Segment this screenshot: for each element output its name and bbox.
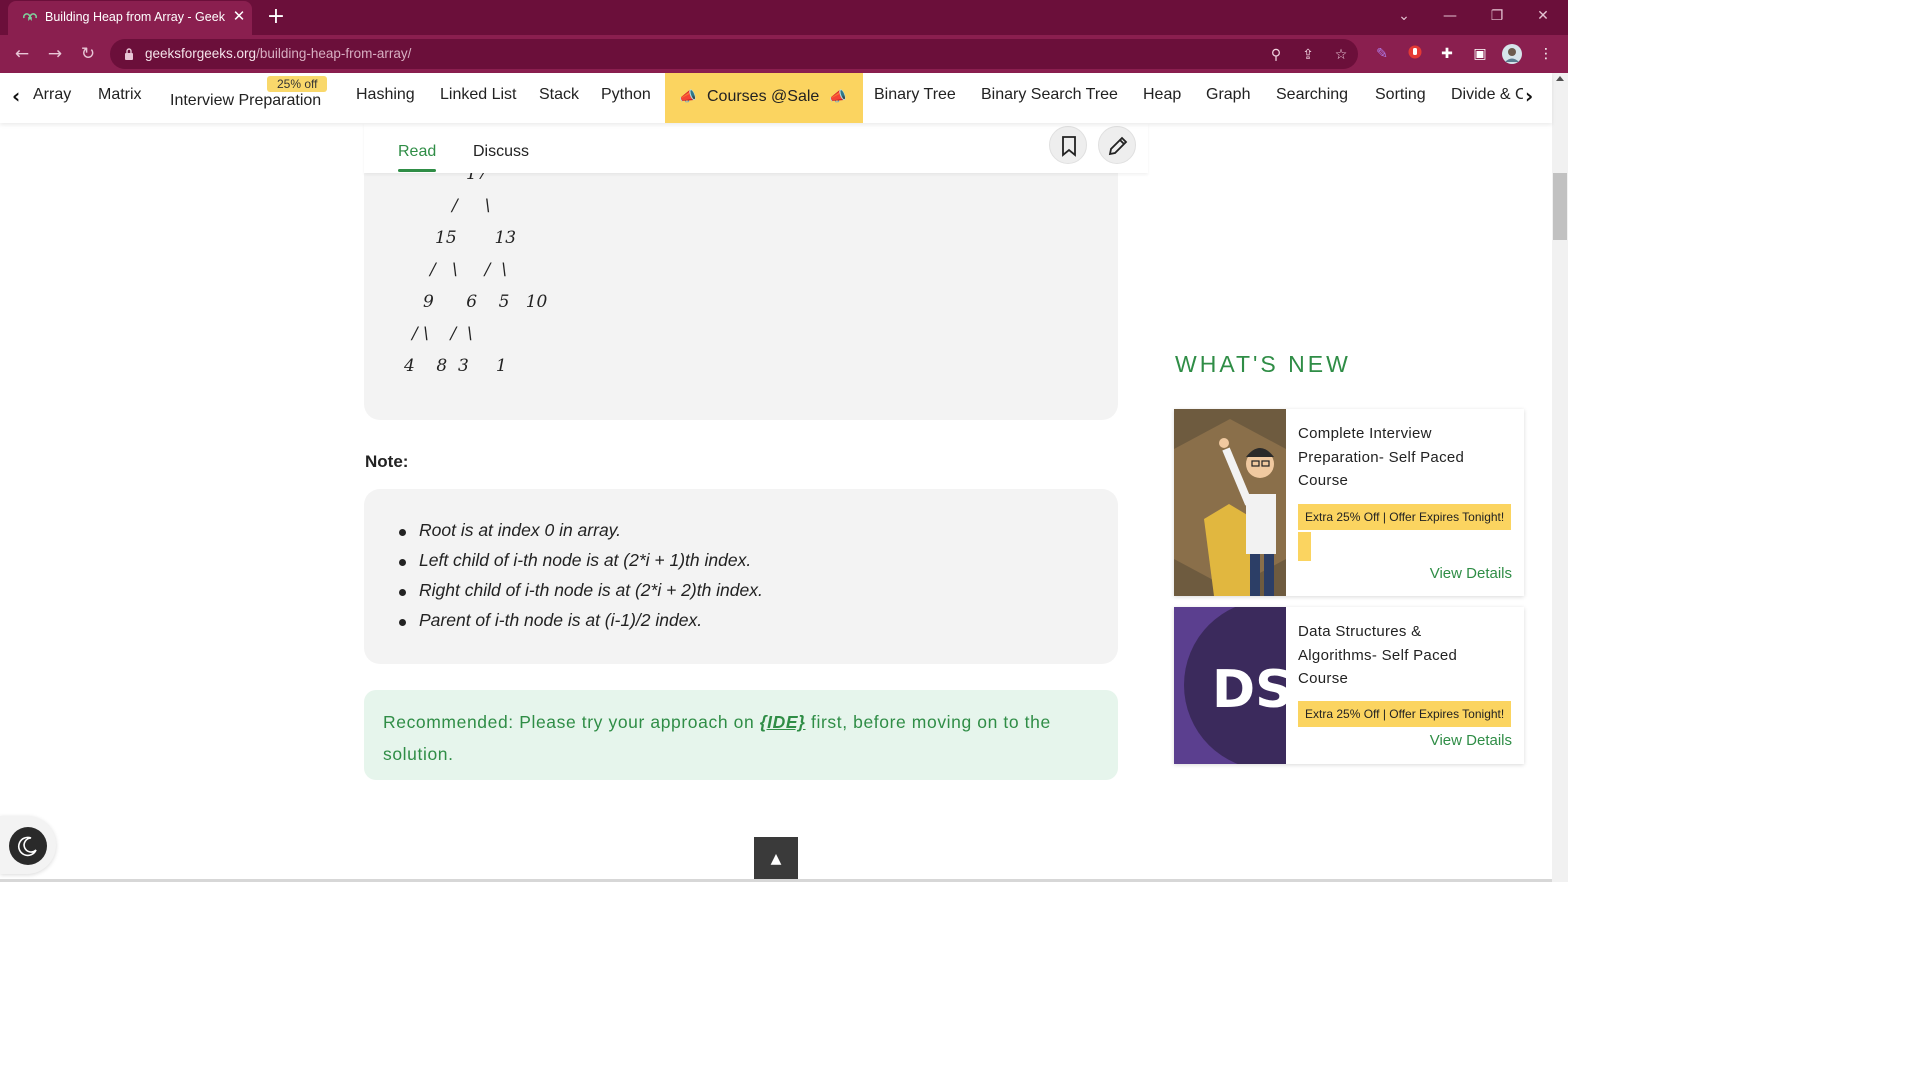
scroll-up-arrow-icon[interactable] xyxy=(1556,76,1564,81)
nav-item-searching[interactable]: Searching xyxy=(1276,86,1348,104)
profile-avatar[interactable] xyxy=(1502,44,1522,64)
page-bottom-divider xyxy=(0,879,1552,882)
moon-icon xyxy=(9,827,47,865)
tree-line: 15 13 xyxy=(435,228,517,248)
tree-line: / \ / \ xyxy=(430,260,507,280)
ide-link[interactable]: {IDE} xyxy=(760,712,806,732)
view-details-link[interactable]: View Details xyxy=(1430,565,1512,582)
nav-item-python[interactable]: Python xyxy=(601,86,651,104)
dark-mode-toggle[interactable] xyxy=(0,816,56,874)
browser-tab-bar: Building Heap from Array - Geek ✕ + ⌄ — … xyxy=(0,0,1568,35)
note-heading: Note: xyxy=(365,452,409,471)
nav-right-chevron-icon[interactable]: › xyxy=(1525,85,1533,107)
back-arrow-icon[interactable]: ← xyxy=(12,44,32,64)
svg-text:DSA: DSA xyxy=(1212,660,1286,720)
bookmark-icon xyxy=(1062,136,1076,157)
pencil-icon xyxy=(1108,136,1128,156)
close-icon[interactable]: ✕ xyxy=(230,8,248,26)
extension-feather-icon[interactable]: ✎ xyxy=(1372,44,1392,64)
article-tabs: Read Discuss xyxy=(364,123,1148,173)
new-tab-button[interactable]: + xyxy=(265,5,287,29)
tree-line: 9 6 5 10 xyxy=(423,292,548,312)
window-close-icon[interactable]: ✕ xyxy=(1531,6,1555,26)
more-menu-icon[interactable]: ⋮ xyxy=(1536,44,1556,64)
scrollbar-thumb[interactable] xyxy=(1553,173,1567,240)
heap-tree-code-block: 17 / \ 15 13 / \ / \ 9 6 5 10 / \ / \ 4 … xyxy=(364,164,1118,420)
browser-tab[interactable]: Building Heap from Array - Geek ✕ xyxy=(8,1,252,35)
nav-item-linked-list[interactable]: Linked List xyxy=(440,86,517,104)
tab-discuss[interactable]: Discuss xyxy=(473,143,529,161)
nav-item-binary-tree[interactable]: Binary Tree xyxy=(874,86,956,104)
offer-badge: Extra 25% Off | Offer Expires Tonight! xyxy=(1298,701,1512,727)
nav-item-hashing[interactable]: Hashing xyxy=(356,86,415,104)
nav-item-divide-conquer[interactable]: Divide & C xyxy=(1451,86,1523,104)
whats-new-heading: WHAT'S NEW xyxy=(1175,351,1351,377)
tree-line: 4 8 3 1 xyxy=(404,356,507,376)
nav-item-stack[interactable]: Stack xyxy=(539,86,579,104)
page-scrollbar[interactable] xyxy=(1552,73,1568,882)
note-list: Root is at index 0 in array. Left child … xyxy=(364,489,1118,664)
reload-icon[interactable]: ↻ xyxy=(78,44,98,64)
discount-badge: 25% off xyxy=(267,76,328,92)
bookmark-button[interactable] xyxy=(1049,126,1087,164)
tab-read[interactable]: Read xyxy=(398,143,437,172)
lock-icon xyxy=(125,48,133,60)
view-details-link[interactable]: View Details xyxy=(1430,732,1512,749)
minimize-icon[interactable]: — xyxy=(1438,6,1462,26)
scroll-to-top-button[interactable]: ▲ xyxy=(754,837,798,882)
topic-navigation: ‹ Array Matrix 25% off Interview Prepara… xyxy=(0,73,1552,123)
chevron-down-icon[interactable]: ⌄ xyxy=(1392,6,1416,26)
offer-badge-tail xyxy=(1298,532,1311,561)
nav-item-array[interactable]: Array xyxy=(33,86,71,104)
recommended-callout: Recommended: Please try your approach on… xyxy=(364,690,1118,780)
nav-item-binary-search-tree[interactable]: Binary Search Tree xyxy=(981,86,1118,104)
dsa-course-image: DSA xyxy=(1174,607,1286,764)
extensions-puzzle-icon[interactable]: ✚ xyxy=(1437,44,1457,64)
extension-red-icon[interactable] xyxy=(1405,44,1425,64)
nav-item-sorting[interactable]: Sorting xyxy=(1375,86,1426,104)
course-title[interactable]: Data Structures & Algorithms- Self Paced… xyxy=(1298,620,1503,691)
tab-title: Building Heap from Array - Geek xyxy=(45,10,225,24)
list-item: Left child of i-th node is at (2*i + 1)t… xyxy=(398,550,752,570)
bookmark-star-icon[interactable]: ☆ xyxy=(1332,46,1350,64)
share-icon[interactable]: ⇪ xyxy=(1299,46,1317,64)
list-item: Root is at index 0 in array. xyxy=(399,520,621,540)
nav-item-graph[interactable]: Graph xyxy=(1206,86,1250,104)
megaphone-icon: 📣 xyxy=(679,89,697,105)
recommended-text: Recommended: Please try your approach on… xyxy=(383,712,1051,764)
course-card[interactable]: DSA Data Structures & Algorithms- Self P… xyxy=(1174,607,1524,764)
course-person-image xyxy=(1174,409,1286,596)
zoom-icon[interactable]: ⚲ xyxy=(1267,46,1285,64)
nav-item-courses-sale[interactable]: 📣 Courses @Sale 📣 xyxy=(665,73,863,123)
restore-icon[interactable]: ❐ xyxy=(1485,6,1509,26)
url-omnibox[interactable]: geeksforgeeks.org/building-heap-from-arr… xyxy=(110,39,1358,69)
list-item: Parent of i-th node is at (i-1)/2 index. xyxy=(398,610,703,630)
course-card[interactable]: Complete Interview Preparation- Self Pac… xyxy=(1174,409,1524,596)
tree-line: / \ / \ xyxy=(412,324,473,344)
gfg-favicon-icon xyxy=(22,11,38,25)
nav-left-chevron-icon[interactable]: ‹ xyxy=(12,85,20,107)
nav-item-interview-preparation[interactable]: Interview Preparation xyxy=(170,92,321,110)
url-text: geeksforgeeks.org/building-heap-from-arr… xyxy=(145,46,412,61)
course-title[interactable]: Complete Interview Preparation- Self Pac… xyxy=(1298,422,1503,493)
forward-arrow-icon[interactable]: → xyxy=(45,44,65,64)
edit-button[interactable] xyxy=(1098,126,1136,164)
address-bar: ← → ↻ geeksforgeeks.org/building-heap-fr… xyxy=(0,35,1568,73)
tree-line: / \ xyxy=(452,196,491,216)
nav-item-heap[interactable]: Heap xyxy=(1143,86,1181,104)
nav-item-matrix[interactable]: Matrix xyxy=(98,86,142,104)
megaphone-icon: 📣 xyxy=(829,89,847,105)
list-item: Right child of i-th node is at (2*i + 2)… xyxy=(399,580,763,600)
side-panel-icon[interactable]: ▣ xyxy=(1470,44,1490,64)
offer-badge: Extra 25% Off | Offer Expires Tonight! xyxy=(1298,504,1512,530)
